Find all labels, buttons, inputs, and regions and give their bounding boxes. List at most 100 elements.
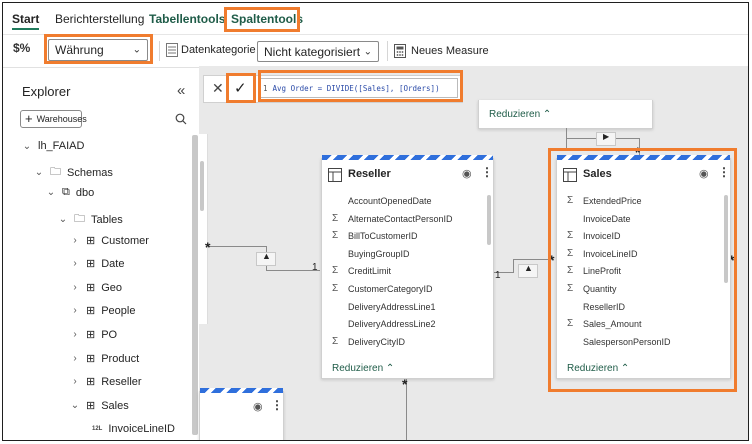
app-window: Start Berichterstellung Tabellentools Sp… — [2, 2, 749, 441]
tree-label: Product — [101, 352, 140, 365]
formula-text: Avg Order = DIVIDE([Sales], [Orders]) — [272, 83, 440, 93]
data-category-value: Nicht kategorisiert — [264, 44, 361, 59]
relationship-line — [209, 246, 266, 247]
formula-input[interactable]: 1 Avg Order = DIVIDE([Sales], [Orders]) — [258, 78, 458, 98]
search-icon[interactable] — [175, 113, 187, 125]
field-item[interactable]: CustomerCategoryID — [348, 284, 433, 294]
tree-item-table[interactable]: › ⊞ Geo — [70, 281, 123, 295]
column-type-icon: 12L — [92, 426, 103, 432]
tree-item-table[interactable]: › ⊞ Reseller — [70, 375, 141, 389]
chevron-right-icon: › — [73, 329, 77, 340]
field-item[interactable]: SalespersonPersonID — [583, 337, 671, 347]
tab-start[interactable]: Start — [12, 12, 39, 26]
tree-label: InvoiceLineID — [108, 423, 175, 435]
field-item[interactable]: Sales_Amount — [583, 319, 642, 329]
tree-item-column[interactable]: 12L InvoiceLineID — [92, 423, 175, 435]
new-measure-button[interactable]: Neues Measure — [394, 40, 489, 62]
warehouses-label: Warehouses — [36, 114, 87, 124]
tree-item-table[interactable]: › ⊞ Customer — [70, 234, 149, 248]
tab-spaltentools[interactable]: Spaltentools — [231, 12, 303, 26]
explorer-scrollbar[interactable] — [192, 135, 198, 435]
tree-label: dbo — [75, 186, 95, 199]
visibility-icon[interactable]: ◉ — [699, 167, 709, 180]
tree-label: Geo — [101, 281, 123, 294]
field-item[interactable]: ResellerID — [583, 302, 625, 312]
more-options-icon[interactable]: ⋮ — [481, 165, 493, 179]
chevron-right-icon: › — [73, 258, 77, 269]
add-warehouses-button[interactable]: + Warehouses — [20, 110, 87, 128]
tree-item-lakehouse[interactable]: ⌄ lh_FAIAD — [22, 140, 85, 152]
table-icon — [328, 168, 342, 182]
data-category-select[interactable]: Nicht kategorisiert ⌄ — [257, 41, 379, 62]
toolbar: $% Währung ⌄ Datenkategorie Nicht katego… — [3, 34, 748, 68]
field-item[interactable]: CreditLimit — [348, 266, 391, 276]
sales-table-card[interactable]: Sales ◉ ⋮ Σ ExtendedPrice InvoiceDate Σ Invo… — [556, 155, 731, 379]
field-item[interactable]: BuyingGroupID — [348, 249, 410, 259]
table-icon: ⊞ — [86, 329, 96, 341]
tree-item-schemas[interactable]: ⌄ 🗀 Schemas — [34, 163, 113, 182]
field-item[interactable]: DeliveryCityID — [348, 337, 405, 347]
sum-icon: Σ — [567, 265, 574, 277]
field-item[interactable]: ExtendedPrice — [583, 196, 642, 206]
reduce-link[interactable]: Reduzieren ⌃ — [332, 363, 394, 374]
chevron-down-icon: ⌄ — [363, 46, 372, 57]
field-item[interactable]: InvoiceID — [583, 231, 621, 241]
relationship-line — [513, 259, 514, 273]
tab-tabellentools[interactable]: Tabellentools — [149, 12, 225, 26]
table-icon: ⊞ — [86, 282, 96, 294]
line-number: 1 — [263, 83, 268, 93]
card-scrollbar[interactable] — [487, 195, 491, 245]
more-options-icon[interactable]: ⋮ — [718, 165, 730, 179]
sum-icon: Σ — [567, 318, 574, 330]
tree-label: Tables — [91, 213, 123, 226]
field-item[interactable]: AccountOpenedDate — [348, 196, 432, 206]
tree-item-table[interactable]: › ⊞ Product — [70, 352, 140, 366]
folder-icon: 🗀 — [50, 166, 61, 178]
folder-icon: 🗀 — [74, 213, 85, 225]
field-item[interactable]: DeliveryAddressLine2 — [348, 319, 436, 329]
tree-item-dbo[interactable]: ⌄ ⧉ dbo — [46, 186, 94, 199]
plus-icon: + — [25, 111, 33, 126]
reseller-table-card[interactable]: Reseller ◉ ⋮ AccountOpenedDate Σ Alternate… — [321, 155, 494, 379]
tab-start-underline — [12, 28, 39, 30]
more-options-icon[interactable]: ⋮ — [271, 398, 283, 412]
tab-berichterstellung[interactable]: Berichterstellung — [55, 12, 144, 26]
filter-direction-icon[interactable]: ▲ — [256, 251, 276, 266]
top-table-card: Reduzieren ⌃ — [478, 100, 653, 129]
sum-icon: Σ — [332, 230, 339, 242]
tree-item-table[interactable]: › ⊞ PO — [70, 328, 117, 342]
tree-label: Sales — [101, 399, 129, 412]
cancel-icon[interactable]: ✕ — [212, 80, 224, 97]
tree-item-sales[interactable]: ⌄ ⊞ Sales — [70, 399, 129, 413]
sum-icon: Σ — [332, 265, 339, 277]
reduce-link[interactable]: Reduzieren ⌃ — [489, 109, 551, 120]
format-icon[interactable]: $% — [13, 41, 30, 55]
tree-item-tables[interactable]: ⌄ 🗀 Tables — [58, 210, 123, 229]
tree-item-table[interactable]: › ⊞ Date — [70, 257, 124, 271]
reduce-link[interactable]: Reduzieren ⌃ — [567, 363, 629, 374]
visibility-icon[interactable]: ◉ — [462, 167, 472, 180]
table-icon — [563, 168, 577, 182]
chevron-down-icon: ⌄ — [34, 167, 44, 178]
format-select[interactable]: Währung ⌄ — [48, 39, 148, 61]
panel-scrollbar[interactable] — [200, 161, 204, 211]
tree-item-table[interactable]: › ⊞ People — [70, 304, 135, 318]
visibility-icon[interactable]: ◉ — [253, 400, 263, 413]
field-item[interactable]: Quantity — [583, 284, 617, 294]
card-scrollbar[interactable] — [724, 195, 728, 283]
field-item[interactable]: LineProfit — [583, 266, 621, 276]
table-icon: ⊞ — [86, 305, 96, 317]
commit-icon[interactable]: ✓ — [234, 79, 247, 97]
field-item[interactable]: InvoiceLineID — [583, 249, 638, 259]
field-item[interactable]: InvoiceDate — [583, 214, 631, 224]
filter-direction-icon[interactable]: ▶ — [596, 132, 616, 146]
collapse-icon[interactable]: « — [177, 82, 185, 99]
table-icon: ⊞ — [86, 353, 96, 365]
field-item[interactable]: AlternateContactPersonID — [348, 214, 453, 224]
filter-direction-icon[interactable]: ▲ — [518, 263, 538, 278]
card-stripe — [200, 388, 283, 393]
field-item[interactable]: DeliveryAddressLine1 — [348, 302, 436, 312]
field-item[interactable]: BillToCustomerID — [348, 231, 418, 241]
tree-label: Schemas — [67, 166, 113, 179]
chevron-down-icon: ⌄ — [46, 187, 56, 198]
